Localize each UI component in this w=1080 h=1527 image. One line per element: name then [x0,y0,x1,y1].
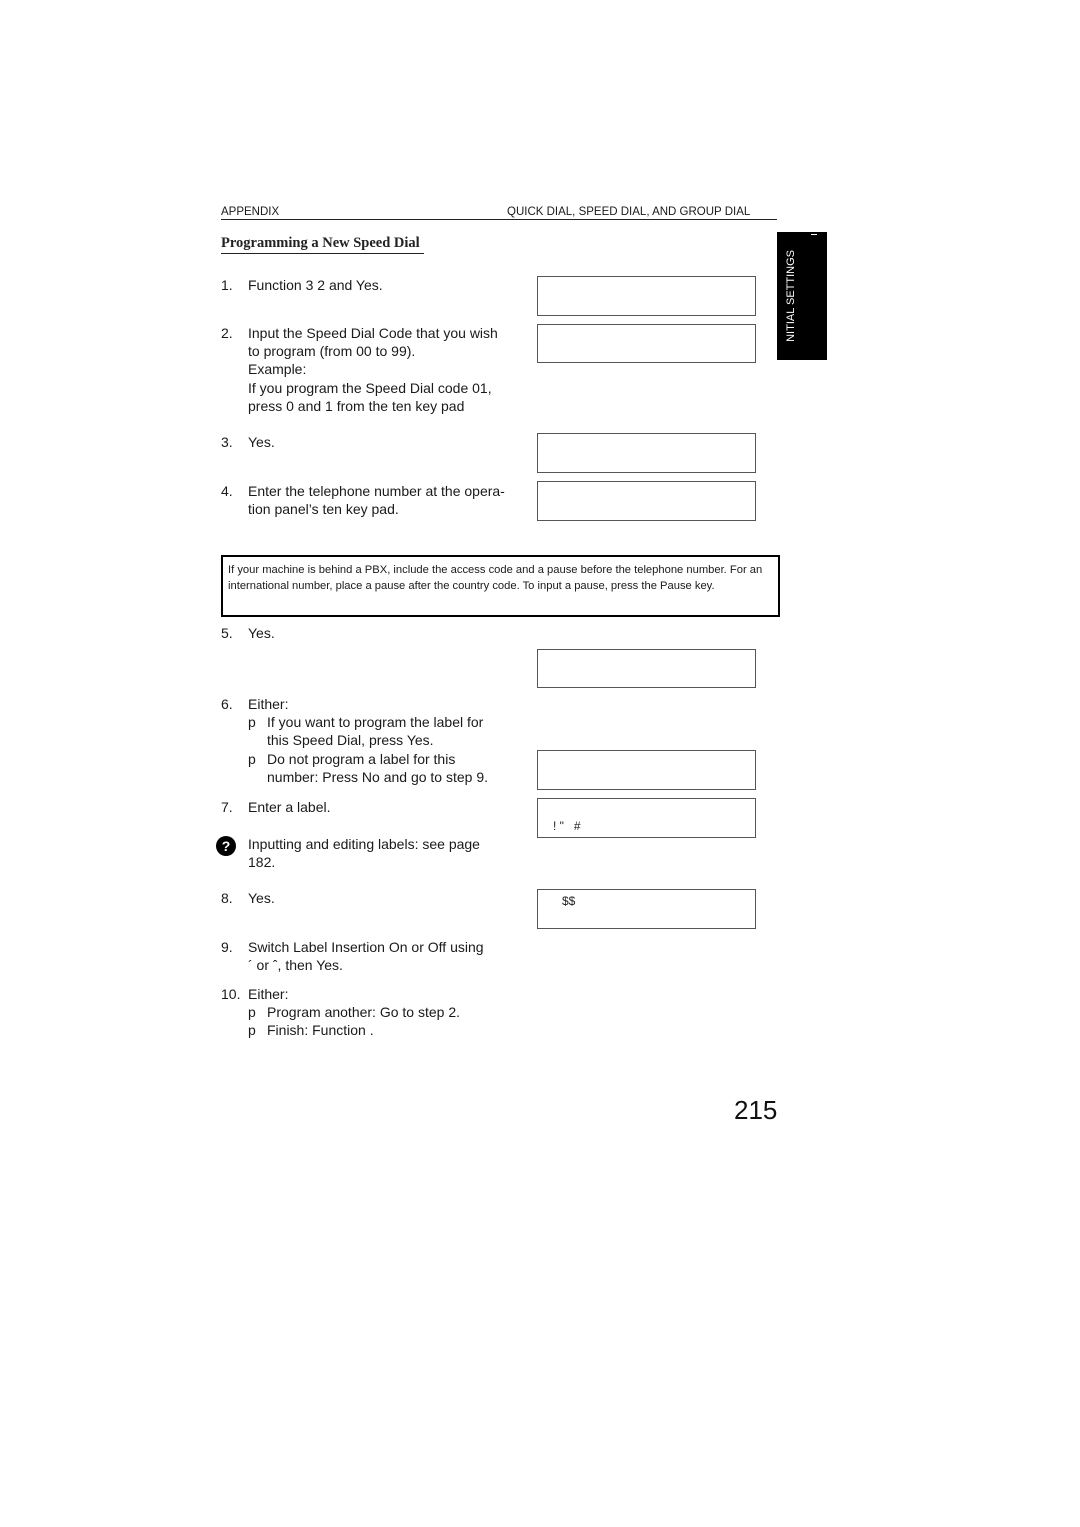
step-text: Function 3 2 and Yes. [248,277,383,293]
tab-marker [811,234,817,235]
lcd-text: $$ [562,894,576,908]
step-6: 6. Either: p If you want to program the … [221,695,531,786]
step-number: 6. [221,696,233,712]
bullet-text: number: Press No and go to step 9. [267,768,489,785]
step-3: 3. Yes. [221,433,531,451]
bullet-item: p If you want to program the label for t… [248,713,531,749]
step-text: Enter a label. [248,799,331,815]
step-text: Input the Speed Dial Code that you wish [248,325,498,341]
section-title: Programming a New Speed Dial [221,235,424,254]
step-text: Yes. [248,625,275,641]
page-number: 215 [734,1095,778,1125]
note-box: If your machine is behind a PBX, include… [221,555,780,617]
step-8: 8. Yes. [221,889,531,907]
step-9: 9. Switch Label Insertion On or Off usin… [221,938,531,974]
step-text: Yes. [248,434,275,450]
step-text: Either: [248,696,289,712]
lcd-display-6 [537,750,756,790]
bullet-marker: p [248,1022,256,1039]
header-rule [221,219,777,220]
bullet-text: this Speed Dial, press Yes. [267,732,434,749]
step-2: 2. Input the Speed Dial Code that you wi… [221,324,531,415]
bullet-marker: p [248,714,256,731]
bullet-marker: p [248,1004,256,1021]
step-text: tion panel’s ten key pad. [248,501,399,518]
step-text: Switch Label Insertion On or Off using [248,939,484,955]
lcd-display-2 [537,324,756,363]
step-number: 5. [221,625,233,641]
step-number: 4. [221,483,233,499]
step-number: 10. [221,986,241,1002]
bullet-text: Finish: Function . [267,1022,374,1039]
step-text: If you program the Speed Dial code 01, [248,379,492,396]
step-number: 2. [221,325,233,341]
lcd-display-8: $$ [537,889,756,929]
step-text: ´ or ˆ, then Yes. [248,957,343,974]
step-number: 7. [221,799,233,815]
step-text: Yes. [248,890,275,906]
tip-reference: Inputting and editing labels: see page 1… [221,835,531,871]
chapter-tab-label: NITIAL SETTINGS [785,250,797,342]
step-text: Either: [248,986,289,1002]
step-text: to program (from 00 to 99). [248,343,416,360]
step-5: 5. Yes. [221,624,531,642]
bullet-item: p Program another: Go to step 2. [248,1003,531,1021]
lcd-display-4 [537,481,756,521]
step-text: press 0 and 1 from the ten key pad [248,397,465,414]
step-number: 1. [221,277,233,293]
lcd-text: ! " # [553,819,581,833]
step-10: 10. Either: p Program another: Go to ste… [221,985,531,1040]
bullet-marker: p [248,750,256,767]
step-number: 9. [221,939,233,955]
step-number: 3. [221,434,233,450]
step-number: 8. [221,890,233,906]
chapter-thumb-tab: NITIAL SETTINGS [777,232,827,360]
tip-text[interactable]: Inputting and editing labels: see page [248,835,531,853]
bullet-text: If you want to program the label for [267,714,484,731]
bullet-item: p Do not program a label for this number… [248,750,531,786]
step-text: Example: [248,361,307,378]
step-4: 4. Enter the telephone number at the ope… [221,482,531,518]
step-7: 7. Enter a label. [221,798,531,816]
running-header-right: QUICK DIAL, SPEED DIAL, AND GROUP DIAL [507,206,751,218]
bullet-text: Do not program a label for this [267,750,456,767]
lcd-display-3 [537,433,756,473]
running-header-left: APPENDIX [221,206,280,218]
bullet-item: p Finish: Function . [248,1021,531,1039]
tip-text[interactable]: 182. [248,853,531,871]
lcd-display-7: ! " # [537,798,756,838]
step-1: 1. Function 3 2 and Yes. [221,276,531,294]
lcd-display-5 [537,649,756,688]
bullet-text: Program another: Go to step 2. [267,1004,460,1021]
step-text: Enter the telephone number at the opera- [248,483,505,499]
lcd-display-1 [537,276,756,316]
